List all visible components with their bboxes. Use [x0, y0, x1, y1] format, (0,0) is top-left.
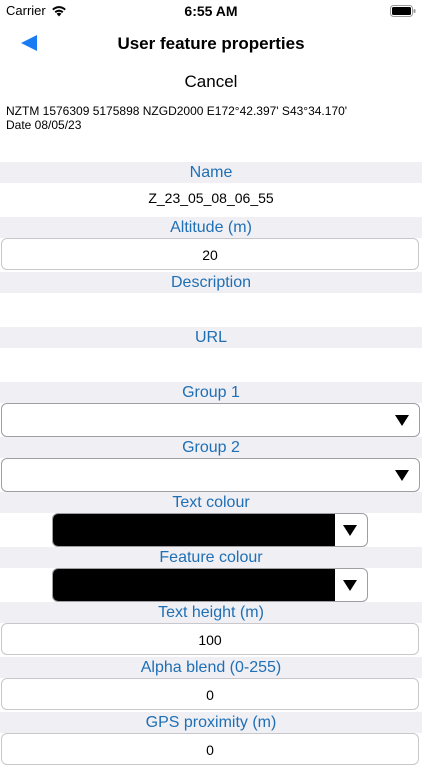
description-field[interactable] [0, 298, 422, 322]
dropdown-arrow-icon [395, 470, 409, 481]
altitude-field[interactable]: 20 [1, 238, 419, 270]
date-text: Date 08/05/23 [6, 118, 82, 132]
page-title: User feature properties [117, 34, 305, 53]
text-colour-label: Text colour [0, 492, 422, 513]
url-label: URL [0, 327, 422, 348]
status-bar: Carrier 6:55 AM [0, 0, 422, 24]
alpha-blend-field[interactable]: 0 [1, 678, 419, 710]
battery-icon [390, 5, 416, 17]
group2-label: Group 2 [0, 437, 422, 458]
dropdown-arrow-icon [395, 415, 409, 426]
text-height-label: Text height (m) [0, 602, 422, 623]
coordinates-info: NZTM 1576309 5175898 NZGD2000 E172°42.39… [6, 104, 416, 132]
coordinates-text: NZTM 1576309 5175898 NZGD2000 E172°42.39… [6, 104, 348, 118]
name-label: Name [0, 162, 422, 183]
gps-proximity-field[interactable]: 0 [1, 733, 419, 765]
group2-select[interactable] [1, 458, 420, 492]
feature-colour-label: Feature colour [0, 547, 422, 568]
alpha-blend-label: Alpha blend (0-255) [0, 657, 422, 678]
feature-colour-select[interactable] [52, 568, 368, 602]
text-colour-select[interactable] [52, 513, 368, 547]
gps-proximity-label: GPS proximity (m) [0, 712, 422, 733]
dropdown-arrow-icon [343, 580, 357, 591]
group1-label: Group 1 [0, 382, 422, 403]
url-field[interactable] [0, 352, 422, 376]
description-label: Description [0, 272, 422, 293]
dropdown-arrow-icon [343, 525, 357, 536]
name-field[interactable]: Z_23_05_08_06_55 [0, 190, 422, 206]
text-colour-swatch [53, 514, 335, 546]
group1-select[interactable] [1, 403, 420, 437]
text-height-field[interactable]: 100 [1, 623, 419, 655]
altitude-label: Altitude (m) [0, 217, 422, 238]
feature-colour-swatch [53, 569, 335, 601]
status-time: 6:55 AM [184, 3, 238, 19]
cancel-button[interactable]: Cancel [0, 72, 422, 92]
navigation-bar: User feature properties [0, 24, 422, 64]
